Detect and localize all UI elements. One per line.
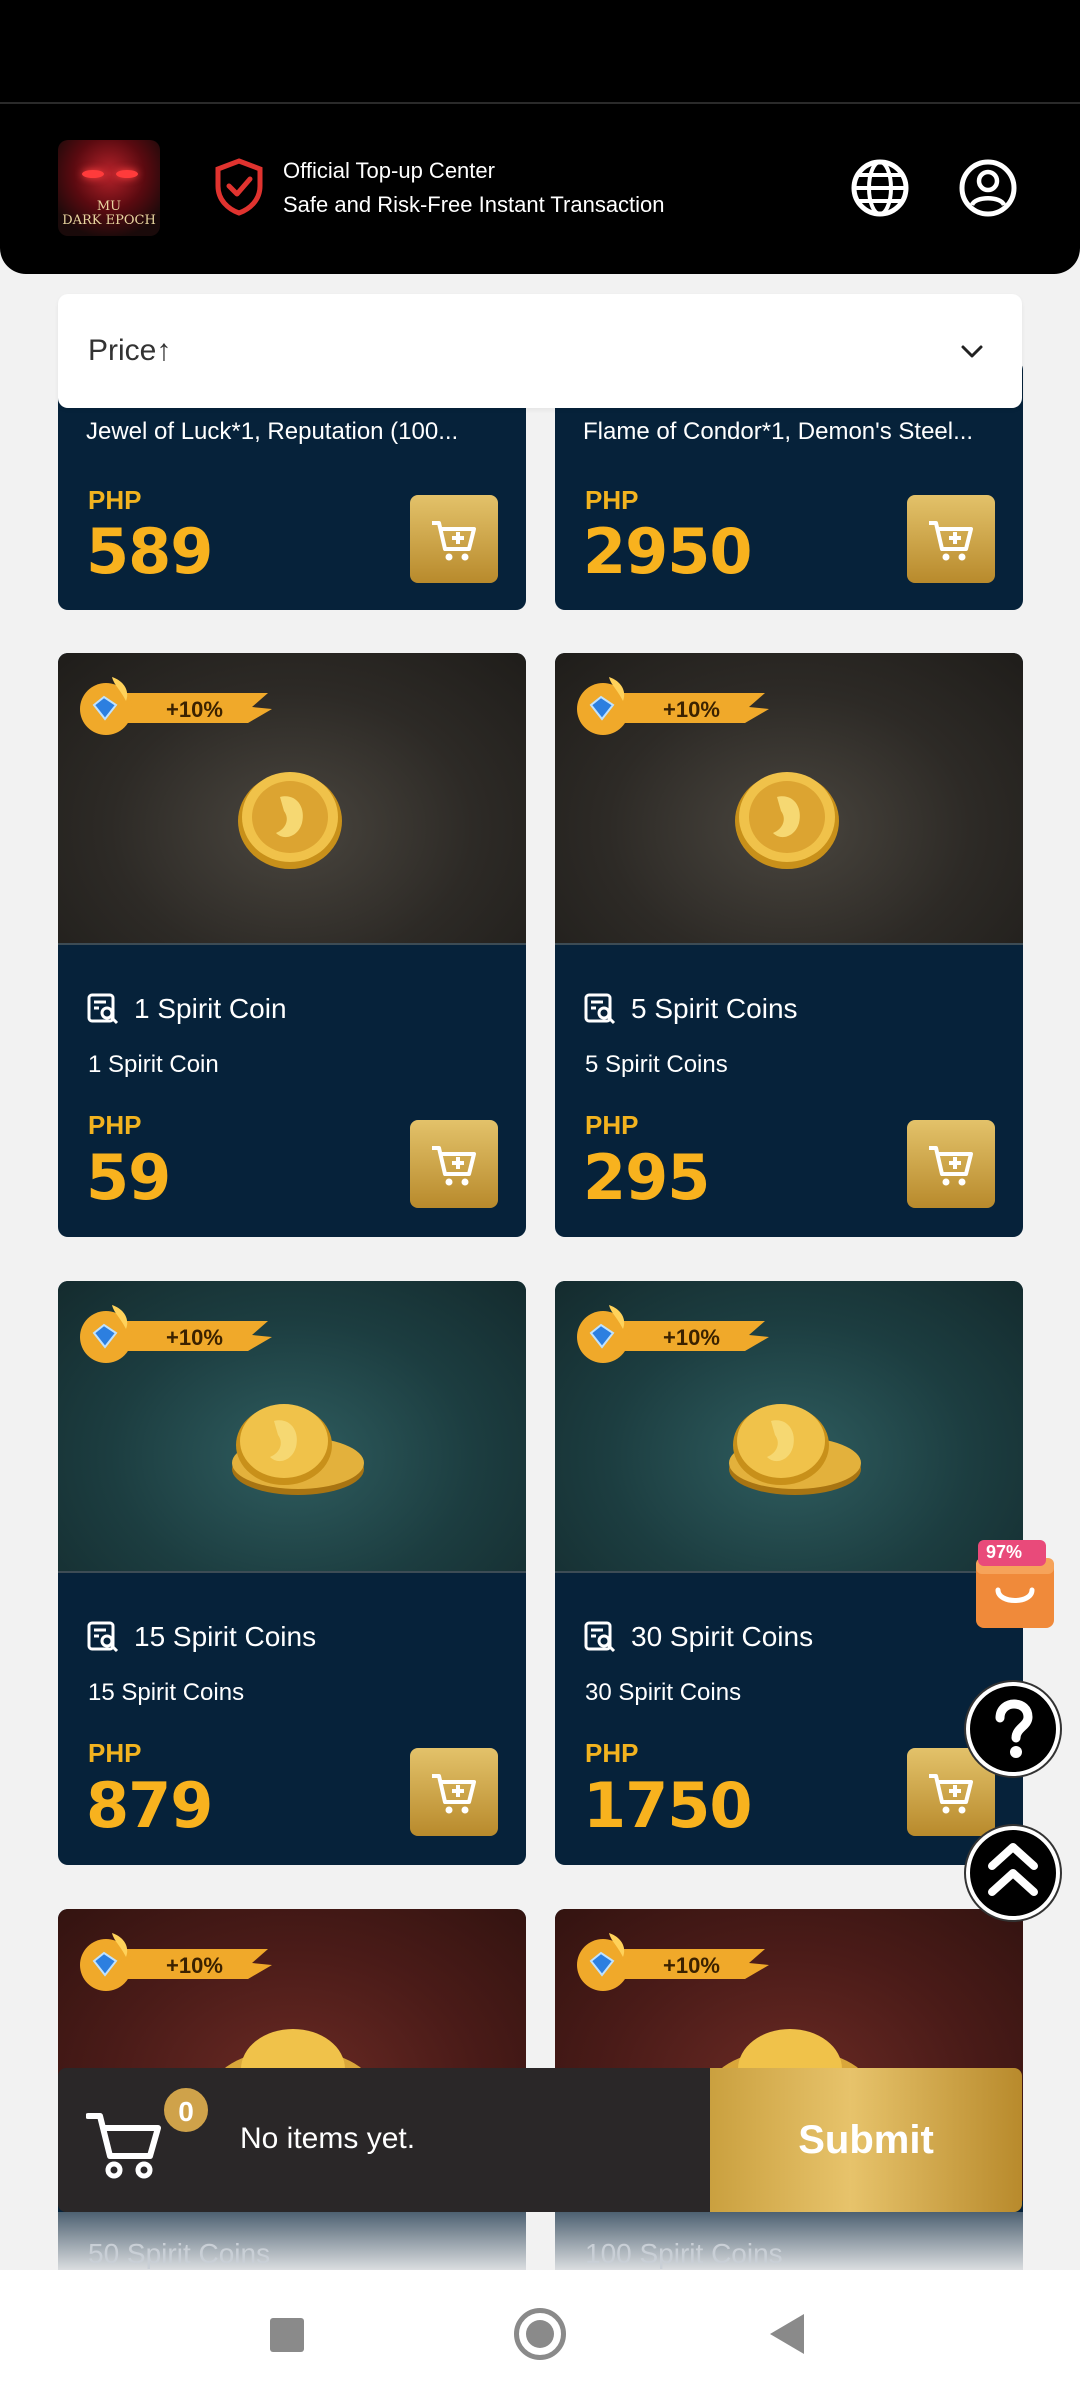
sort-label: Price↑ [88,334,172,367]
chevron-down-icon [961,345,983,358]
game-logo[interactable]: MU DARK EPOCH [58,140,160,236]
product-title: 30 Spirit Coins [631,1621,814,1652]
promo-shopping-bag-button[interactable]: 97% [970,1540,1060,1636]
product-title: 1 Spirit Coin [134,993,287,1024]
header-title: Official Top-up Center [283,158,495,183]
cart-plus-icon [432,1146,476,1186]
user-account-icon[interactable] [958,158,1018,218]
add-to-cart-button[interactable] [410,1120,498,1208]
product-title: 15 Spirit Coins [134,1621,317,1652]
app-root: MU DARK EPOCH Official Top-up Center Safe… [0,0,1080,2400]
details-search-icon[interactable] [583,1620,617,1654]
card-body: 1 Spirit Coin 1 Spirit Coin PHP 59 [58,945,526,1237]
cart-plus-icon [432,1774,476,1814]
add-to-cart-button[interactable] [410,1748,498,1836]
product-description: Jewel of Luck*1, Reputation (100... [86,418,459,445]
product-title-partial: 100 Spirit Coins [585,2238,783,2269]
language-globe-icon[interactable] [850,158,910,218]
price-currency: PHP [585,485,639,515]
bonus-badge-text: +10% [663,1953,720,1978]
product-price: 59 [86,1141,171,1214]
cart-plus-icon [432,521,476,561]
system-navigation-bar [0,2270,1080,2400]
add-to-cart-button[interactable] [907,1120,995,1208]
product-card[interactable]: +10% 30 Spirit Coins 30 Spirit Coins PHP… [555,1281,1023,1865]
spirit-coin-image [735,772,839,869]
bonus-badge-text: +10% [166,697,223,722]
details-search-icon[interactable] [583,992,617,1026]
home-button[interactable] [514,2308,566,2360]
add-to-cart-button[interactable] [410,495,498,583]
product-description: 1 Spirit Coin [88,1051,219,1078]
submit-button[interactable]: Submit [710,2068,1022,2212]
cart-empty-text: No items yet. [240,2122,416,2155]
details-search-icon[interactable] [86,1620,120,1654]
product-title-partial: 50 Spirit Coins [88,2238,271,2269]
product-description: Flame of Condor*1, Demon's Steel... [583,418,974,445]
product-description: 30 Spirit Coins [585,1679,742,1706]
sort-dropdown[interactable]: Price↑ [58,294,1022,408]
add-to-cart-button[interactable] [907,495,995,583]
header: MU DARK EPOCH Official Top-up Center Safe… [0,102,1080,274]
bonus-badge-text: +10% [663,1325,720,1350]
help-button[interactable] [966,1682,1060,1776]
status-bar [0,0,1080,102]
cart-plus-icon [929,1774,973,1814]
product-price: 295 [583,1141,710,1214]
question-mark-icon [995,1699,1033,1758]
card-body: 5 Spirit Coins 5 Spirit Coins PHP 295 [555,945,1023,1237]
double-chevron-up-icon [988,1843,1038,1896]
spirit-coins-stack-image [232,1404,364,1495]
cart-summary[interactable]: 0 No items yet. [58,2068,710,2212]
shield-check-icon [215,158,263,216]
price-currency: PHP [585,1110,639,1140]
details-search-icon[interactable] [86,992,120,1026]
product-card[interactable]: +10% 5 Spirit Coins 5 Spirit Coins PHP 2… [555,653,1023,1237]
cart-plus-icon [929,1146,973,1186]
shopping-cart-icon [86,2113,161,2179]
product-description: 5 Spirit Coins [585,1051,728,1078]
product-card[interactable]: +10% 1 Spirit Coin 1 Spirit Coin PHP 59 [58,653,526,1237]
cart-plus-icon [929,521,973,561]
price-currency: PHP [88,1110,142,1140]
product-price: 1750 [583,1769,753,1842]
cart-count-badge: 0 [162,2086,210,2134]
price-currency: PHP [88,1738,142,1768]
product-image: +10% [555,653,1023,945]
bonus-badge-text: +10% [166,1325,223,1350]
header-subtitle: Safe and Risk-Free Instant Transaction [283,192,665,217]
bonus-badge-text: +10% [166,1953,223,1978]
price-currency: PHP [88,485,142,515]
product-price: 2950 [583,515,753,588]
back-button[interactable] [770,2314,804,2354]
recent-apps-button[interactable] [270,2318,304,2352]
product-title: 5 Spirit Coins [631,993,798,1024]
scroll-to-top-button[interactable] [966,1826,1060,1920]
spirit-coins-stack-image [729,1404,861,1495]
product-description: 15 Spirit Coins [88,1679,245,1706]
product-price: 589 [86,515,213,588]
spirit-coin-image [238,772,342,869]
product-price: 879 [86,1769,213,1842]
card-body: 15 Spirit Coins 15 Spirit Coins PHP 879 [58,1573,526,1865]
product-card[interactable]: +10% 15 Spirit Coins 15 Spirit Coins PHP… [58,1281,526,1865]
product-image: +10% [58,653,526,945]
cart-bar: 0 No items yet. Submit [58,2068,1022,2212]
card-body: 30 Spirit Coins 30 Spirit Coins PHP 1750 [555,1573,1023,1865]
promo-badge-label: 97% [986,1542,1023,1562]
header-text: Official Top-up Center Safe and Risk-Fre… [283,154,665,222]
product-image: +10% [555,1281,1023,1573]
product-image: +10% [58,1281,526,1573]
price-currency: PHP [585,1738,639,1768]
bonus-badge-text: +10% [663,697,720,722]
